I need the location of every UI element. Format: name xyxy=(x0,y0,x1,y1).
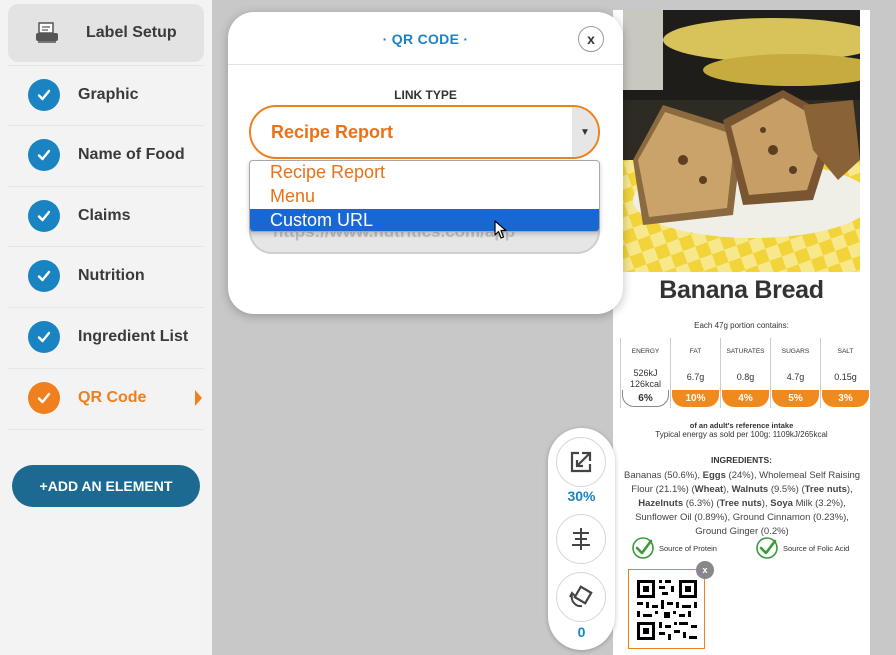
align-button[interactable] xyxy=(556,514,606,564)
nutrient-energy: ENERGY 526kJ 126kcal 6% xyxy=(620,338,669,408)
link-type-label: LINK TYPE xyxy=(394,88,457,102)
rotation-value: 0 xyxy=(577,624,586,640)
sidebar-item-graphic[interactable]: Graphic xyxy=(8,66,204,124)
divider xyxy=(8,429,204,430)
ingredients-title: INGREDIENTS: xyxy=(711,455,772,465)
option-custom-url[interactable]: Custom URL xyxy=(250,209,599,231)
sidebar-item-qr-code[interactable]: QR Code xyxy=(8,369,204,427)
ingredient-text: (6.3%) ( xyxy=(683,498,720,509)
nutrient-value: 4.7g xyxy=(786,372,805,382)
food-photo xyxy=(623,10,860,272)
allergen-text: Walnuts xyxy=(731,484,769,495)
ingredient-text: (9.5%) ( xyxy=(768,484,805,495)
link-type-selected: Recipe Report xyxy=(271,122,394,142)
nutrient-fat: FAT 6.7g 10% xyxy=(670,338,719,408)
nutrient-value: 0.15g xyxy=(834,372,857,382)
ingredient-text: ), xyxy=(846,484,853,495)
nutrient-salt: SALT 0.15g 3% xyxy=(820,338,869,408)
expand-icon xyxy=(570,451,592,473)
zoom-level: 30% xyxy=(567,488,596,504)
claim-label: Source of Protein xyxy=(659,543,717,553)
divider xyxy=(228,64,623,65)
portion-text: Each 47g portion contains: xyxy=(694,321,789,330)
sidebar-item-label: QR Code xyxy=(78,389,147,406)
nutrient-percent: 10% xyxy=(672,390,719,407)
sidebar-item-label: Ingredient List xyxy=(78,328,189,345)
add-element-button[interactable]: +ADD AN ELEMENT xyxy=(12,465,200,507)
remove-qr-button[interactable]: x xyxy=(696,561,714,579)
nutrient-name: ENERGY xyxy=(631,348,660,355)
nutrient-value: 0.8g xyxy=(736,372,755,382)
sidebar-item-name-of-food[interactable]: Name of Food xyxy=(8,126,204,184)
sidebar-item-label-setup[interactable]: Label Setup xyxy=(8,4,204,62)
nutrient-percent: 4% xyxy=(722,390,769,407)
check-icon xyxy=(28,382,60,414)
sidebar-item-label: Claims xyxy=(78,207,131,224)
check-icon xyxy=(28,260,60,292)
reference-intake-text: of an adult's reference intake xyxy=(689,421,794,430)
check-icon xyxy=(28,139,60,171)
ingredient-text: ), xyxy=(723,484,732,495)
nutrient-sugars: SUGARS 4.7g 5% xyxy=(770,338,819,408)
sidebar-item-label: Label Setup xyxy=(86,24,177,41)
nutrient-name: SATURATES xyxy=(726,348,765,355)
nutrition-table[interactable]: ENERGY 526kJ 126kcal 6% FAT 6.7g 10% SATU… xyxy=(620,338,869,408)
link-type-select[interactable]: Recipe Report ▼ xyxy=(249,105,600,159)
typical-energy-text: Typical energy as sold per 100g: 1109kJ/… xyxy=(655,430,828,439)
check-icon xyxy=(28,321,60,353)
allergen-text: Wheat xyxy=(694,484,724,495)
active-arrow-icon xyxy=(195,390,202,406)
nutrient-name: SALT xyxy=(837,348,854,355)
qr-code-element[interactable] xyxy=(628,569,705,649)
claim-folic-acid[interactable]: Source of Folic Acid xyxy=(755,536,849,560)
modal-title: · QR CODE · xyxy=(382,31,469,47)
nutrient-name: SUGARS xyxy=(781,348,810,355)
option-menu[interactable]: Menu xyxy=(250,185,599,209)
ingredient-text: Bananas (50.6%), xyxy=(623,470,703,481)
label-preview: Banana Bread Each 47g portion contains: … xyxy=(613,10,870,655)
option-recipe-report[interactable]: Recipe Report xyxy=(250,161,599,185)
allergen-text: Hazelnuts xyxy=(638,498,684,509)
rotate-button[interactable] xyxy=(556,572,606,622)
food-title[interactable]: Banana Bread xyxy=(613,276,870,305)
checkmark-circle-icon xyxy=(632,537,654,559)
rotate-icon xyxy=(569,585,593,608)
chevron-down-icon[interactable]: ▼ xyxy=(572,107,598,157)
nutrient-percent: 3% xyxy=(822,390,869,407)
nutrient-name: FAT xyxy=(689,348,702,355)
check-icon xyxy=(28,200,60,232)
nutrient-value: 6.7g xyxy=(686,372,705,382)
nutrient-saturates: SATURATES 0.8g 4% xyxy=(720,338,769,408)
claim-label: Source of Folic Acid xyxy=(783,543,850,553)
allergen-text: Eggs xyxy=(702,470,726,481)
link-type-dropdown[interactable]: Recipe Report Menu Custom URL xyxy=(249,160,600,232)
expand-button[interactable] xyxy=(556,437,606,487)
sidebar-item-label: Nutrition xyxy=(78,267,145,284)
close-button[interactable]: x xyxy=(578,26,604,52)
checkmark-circle-icon xyxy=(756,537,778,559)
nutrient-value: 526kJ 126kcal xyxy=(629,368,662,389)
align-center-icon xyxy=(572,528,590,550)
claim-protein[interactable]: Source of Protein xyxy=(631,536,717,560)
nutrient-percent: 6% xyxy=(622,390,669,407)
allergen-text: Tree nuts xyxy=(719,498,762,509)
ingredient-text: ), xyxy=(761,498,771,509)
mouse-cursor-icon xyxy=(494,220,507,239)
allergen-text: Tree nuts xyxy=(804,484,847,495)
sidebar-item-label: Graphic xyxy=(78,86,139,103)
ingredients-text[interactable]: Bananas (50.6%), Eggs (24%), Wholemeal S… xyxy=(620,469,864,539)
qr-code-icon xyxy=(635,578,699,642)
check-icon xyxy=(28,79,60,111)
sidebar: Label Setup Graphic Name of Food Claims … xyxy=(0,0,212,655)
printer-icon xyxy=(34,20,60,46)
sidebar-item-nutrition[interactable]: Nutrition xyxy=(8,247,204,305)
allergen-text: Soya xyxy=(770,498,793,509)
sidebar-item-label: Name of Food xyxy=(78,146,185,163)
nutrient-percent: 5% xyxy=(772,390,819,407)
sidebar-item-ingredient-list[interactable]: Ingredient List xyxy=(8,308,204,366)
canvas-tools: 30% 0 xyxy=(548,428,615,650)
sidebar-item-claims[interactable]: Claims xyxy=(8,187,204,245)
